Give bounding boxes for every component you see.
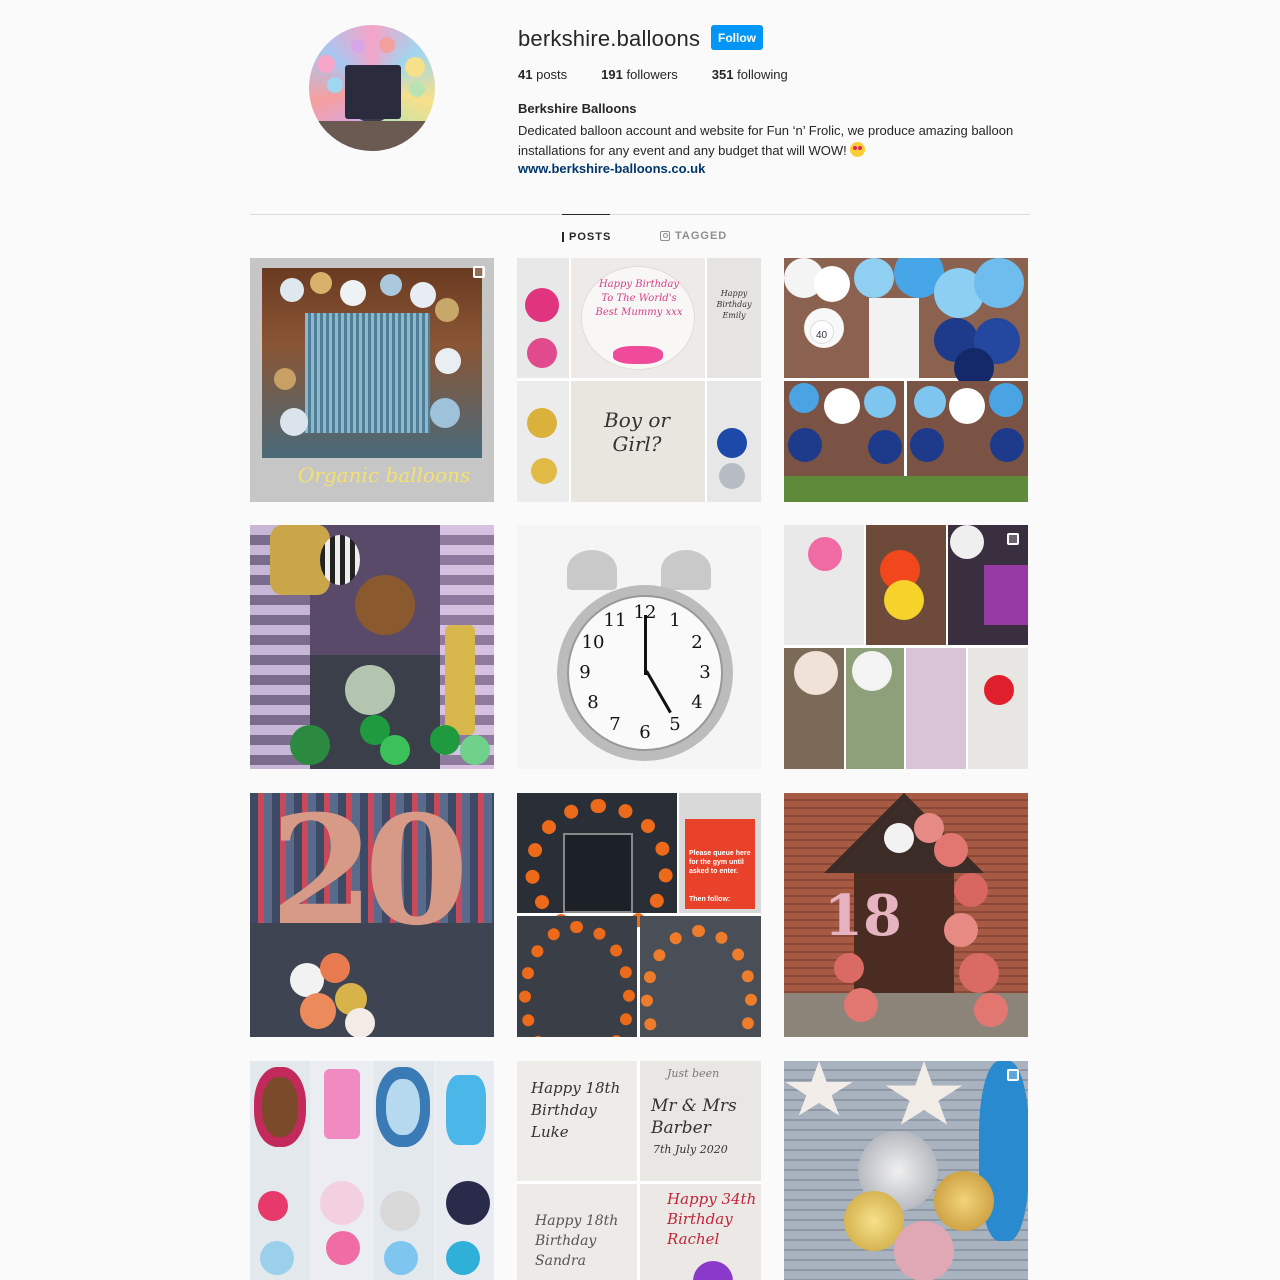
- followers-stat[interactable]: 191 followers: [601, 67, 678, 82]
- follow-button[interactable]: Follow: [711, 25, 763, 50]
- post-alarm-clock[interactable]: 12 1 2 3 4 5 6 7 8 9 10 11: [517, 525, 761, 769]
- profile-avatar[interactable]: [309, 25, 435, 151]
- clock-number: 3: [699, 662, 711, 683]
- clock-number: 11: [603, 610, 627, 632]
- tab-posts[interactable]: POSTS: [562, 214, 610, 258]
- following-stat[interactable]: 351 following: [712, 67, 788, 82]
- bubble-text: 7th July 2020: [653, 1143, 728, 1156]
- bubble-text: Just been: [667, 1067, 720, 1080]
- star-struck-emoji-icon: [850, 142, 866, 157]
- bubble-text: Mr & Mrs Barber: [651, 1096, 737, 1138]
- bio: Dedicated balloon account and website fo…: [518, 123, 1014, 158]
- post-jungle-balloons[interactable]: [250, 525, 494, 769]
- grid-icon: [562, 231, 564, 242]
- bubble-text: Happy 34th Birthday Rachel: [667, 1190, 757, 1248]
- clock-number: 1: [669, 610, 681, 632]
- post-bubble-balloons[interactable]: Happy Birthday To The World's Best Mummy…: [517, 258, 761, 502]
- number-balloon: 20: [270, 793, 469, 959]
- clock-number: 2: [691, 632, 703, 653]
- multiple-images-icon: [473, 266, 485, 278]
- number-balloon: 18: [824, 883, 902, 949]
- post-star-foil-balloons[interactable]: [784, 1061, 1028, 1280]
- website-link[interactable]: www.berkshire-balloons.co.uk: [518, 161, 705, 176]
- username: berkshire.balloons: [518, 26, 701, 51]
- age-number: 40: [816, 330, 828, 341]
- profile-tabs: POSTS TAGGED: [250, 214, 1030, 258]
- tab-tagged[interactable]: TAGGED: [660, 214, 727, 258]
- clock-number: 9: [579, 662, 591, 683]
- multiple-images-icon: [1007, 1069, 1019, 1081]
- post-caption: Organic balloons: [298, 463, 471, 487]
- post-organic-balloons[interactable]: Organic balloons: [250, 258, 494, 502]
- profile-header: berkshire.balloons Follow 41 posts 191 f…: [250, 0, 1030, 214]
- bubble-text-small: Happy Birthday Emily: [716, 289, 752, 320]
- profile-stats: 41 posts 191 followers 351 following: [518, 67, 822, 82]
- clock-number: 5: [669, 713, 681, 735]
- post-character-balloons[interactable]: [250, 1061, 494, 1280]
- clock-number: 8: [587, 692, 599, 713]
- tagged-icon: [660, 231, 670, 241]
- post-door-arch[interactable]: 40: [784, 258, 1028, 502]
- post-venue-collage[interactable]: [784, 525, 1028, 769]
- gym-sign-text: Please queue here for the gym until aske…: [689, 850, 751, 875]
- post-rose-gold-20[interactable]: 20: [250, 793, 494, 1037]
- clock-number: 7: [609, 713, 621, 735]
- bubble-text: Happy Birthday To The World's Best Mummy…: [595, 279, 683, 318]
- clock-number: 6: [639, 722, 651, 743]
- post-personalised-bubbles[interactable]: Happy 18th Birthday Luke Just been Mr & …: [517, 1061, 761, 1280]
- full-name: Berkshire Balloons: [518, 101, 637, 116]
- post-orange-arch-gym[interactable]: Please queue here for the gym until aske…: [517, 793, 761, 1037]
- gym-sign-follow: Then follow:: [689, 896, 731, 903]
- clock-number: 4: [691, 692, 703, 713]
- clock-number: 10: [581, 632, 605, 653]
- bubble-text: Happy 18th Birthday Luke: [531, 1079, 621, 1141]
- bubble-text: Happy 18th Birthday Sandra: [535, 1213, 619, 1269]
- post-rose-gold-arch-18[interactable]: 18: [784, 793, 1028, 1037]
- posts-stat: 41 posts: [518, 67, 568, 82]
- boy-or-girl-text: Boy or Girl?: [604, 408, 670, 456]
- multiple-images-icon: [1007, 533, 1019, 545]
